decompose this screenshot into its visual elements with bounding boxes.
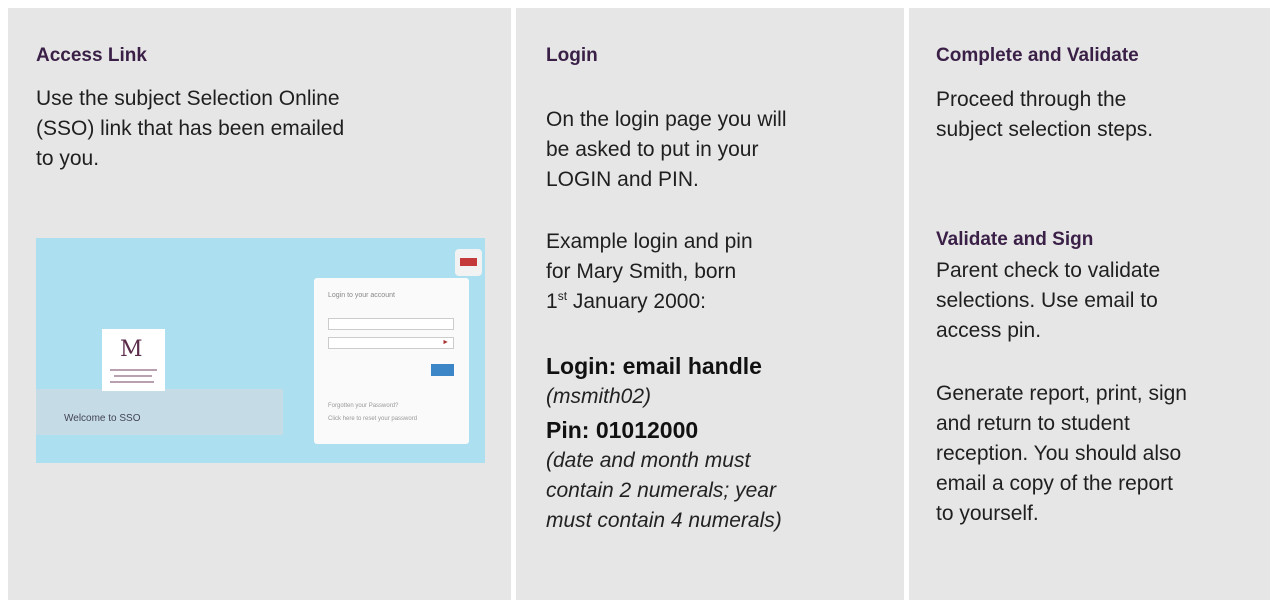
- school-logo: М: [102, 329, 165, 391]
- complete-validate-panel: Complete and Validate Proceed through th…: [909, 8, 1270, 600]
- arrow-icon: ►: [442, 339, 449, 346]
- complete-heading: Complete and Validate: [936, 45, 1139, 66]
- access-link-panel: Access Link Use the subject Selection On…: [8, 8, 511, 600]
- access-link-line-3: to you.: [36, 147, 100, 170]
- login-submit-button: [431, 364, 454, 376]
- report-line-1: Generate report, print, sign: [936, 382, 1187, 405]
- example-line-2: for Mary Smith, born: [546, 260, 737, 283]
- login-heading: Login: [546, 45, 598, 66]
- pin-note-line-1: (date and month must: [546, 449, 751, 472]
- welcome-bar: [36, 389, 283, 435]
- sso-login-screenshot: Welcome to SSO М Login to your account ►…: [36, 238, 485, 463]
- crest-icon: М: [120, 337, 143, 362]
- login-example: (msmith02): [546, 385, 652, 408]
- report-line-5: to yourself.: [936, 502, 1039, 525]
- pin-label: Pin: 01012000: [546, 417, 699, 443]
- sign-line-1: Parent check to validate: [936, 259, 1161, 282]
- steps-panels: Access Link Use the subject Selection On…: [8, 8, 1270, 600]
- login-intro-line-1: On the login page you will: [546, 108, 787, 131]
- reset-password-hint: Click here to reset your password: [328, 416, 418, 422]
- login-intro-line-2: be asked to put in your: [546, 138, 759, 161]
- login-card-title: Login to your account: [328, 292, 395, 299]
- access-link-line-1: Use the subject Selection Online: [36, 87, 340, 110]
- badge-icon: [455, 249, 482, 276]
- complete-line-1: Proceed through the: [936, 88, 1127, 111]
- access-link-line-2: (SSO) link that has been emailed: [36, 117, 345, 140]
- validate-sign-heading: Validate and Sign: [936, 229, 1094, 250]
- example-line-1: Example login and pin: [546, 230, 753, 253]
- login-label: Login: email handle: [546, 353, 762, 379]
- report-line-2: and return to student: [936, 412, 1130, 435]
- report-line-3: reception. You should also: [936, 442, 1182, 465]
- pin-note-line-2: contain 2 numerals; year: [546, 479, 776, 502]
- login-field: [328, 318, 454, 330]
- sign-line-2: selections. Use email to: [936, 289, 1158, 312]
- pin-field: ►: [328, 337, 454, 349]
- access-link-heading: Access Link: [36, 45, 147, 66]
- login-panel: Login On the login page you will be aske…: [516, 8, 904, 600]
- report-line-4: email a copy of the report: [936, 472, 1173, 495]
- sign-line-3: access pin.: [936, 319, 1042, 342]
- login-intro-line-3: LOGIN and PIN.: [546, 168, 699, 191]
- login-card: Login to your account ► Forgotten your P…: [314, 278, 469, 444]
- example-date: 1st January 2000:: [546, 289, 706, 313]
- forgot-password-link: Forgotten your Password?: [328, 403, 399, 409]
- pin-note-line-3: must contain 4 numerals): [546, 509, 782, 532]
- complete-line-2: subject selection steps.: [936, 118, 1154, 141]
- welcome-text: Welcome to SSO: [64, 413, 141, 424]
